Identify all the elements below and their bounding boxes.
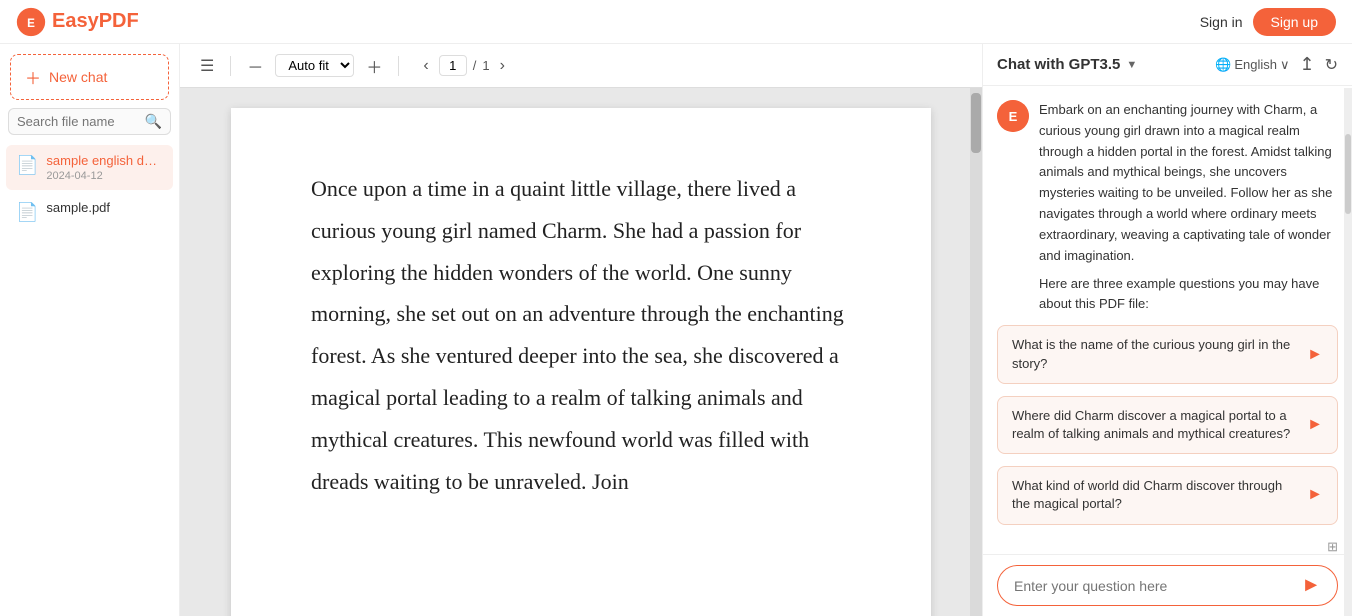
- page-total: 1: [482, 58, 489, 73]
- svg-text:E: E: [1009, 109, 1018, 124]
- auto-fit-select[interactable]: Auto fit 50% 75% 100% 125% 150%: [275, 54, 354, 77]
- chat-header: Chat with GPT3.5 ▼ 🌐 English ∨ ↥ ↻: [983, 44, 1352, 86]
- chat-send-button[interactable]: ►: [1301, 574, 1321, 597]
- toolbar-divider-1: [230, 56, 231, 76]
- svg-text:E: E: [27, 17, 35, 30]
- logo-text: EasyPDF: [52, 10, 139, 33]
- pdf-viewer-area: ☰ － Auto fit 50% 75% 100% 125% 150% ＋ ‹ …: [180, 44, 982, 616]
- sign-in-button[interactable]: Sign in: [1200, 14, 1243, 30]
- file-item-1[interactable]: 📄 sample english doc (… 2024-04-12: [6, 145, 173, 190]
- question-card-3[interactable]: What kind of world did Charm discover th…: [997, 466, 1338, 524]
- chat-messages: E Embark on an enchanting journey with C…: [983, 86, 1352, 554]
- pdf-scrollbar[interactable]: [970, 88, 982, 616]
- pdf-page: Once upon a time in a quaint little vill…: [231, 108, 931, 616]
- page-separator: /: [473, 58, 477, 73]
- pdf-toolbar: ☰ － Auto fit 50% 75% 100% 125% 150% ＋ ‹ …: [180, 44, 982, 88]
- search-icon-button[interactable]: 🔍: [145, 113, 162, 130]
- bot-intro-text: Embark on an enchanting journey with Cha…: [1039, 100, 1338, 266]
- globe-icon: 🌐: [1215, 57, 1231, 73]
- chat-input-box: ►: [997, 565, 1338, 606]
- next-page-button[interactable]: ›: [496, 55, 509, 77]
- send-icon-2: ►: [1307, 416, 1323, 434]
- logo: E EasyPDF: [16, 7, 139, 37]
- chat-sidebar: Chat with GPT3.5 ▼ 🌐 English ∨ ↥ ↻ E: [982, 44, 1352, 616]
- file-name-2: sample.pdf: [46, 200, 163, 215]
- pdf-scrollbar-thumb: [971, 93, 981, 153]
- prev-page-button[interactable]: ‹: [419, 55, 432, 77]
- chat-title-area[interactable]: Chat with GPT3.5 ▼: [997, 56, 1137, 73]
- file-info-2: sample.pdf: [46, 200, 163, 215]
- page-controls: ‹ / 1 ›: [419, 55, 509, 77]
- question-text-3: What kind of world did Charm discover th…: [1012, 477, 1299, 513]
- question-text-1: What is the name of the curious young gi…: [1012, 336, 1299, 372]
- file-icon-2: 📄: [16, 202, 38, 223]
- search-box: 🔍: [8, 108, 171, 135]
- file-list: 📄 sample english doc (… 2024-04-12 📄 sam…: [0, 143, 179, 616]
- refresh-button[interactable]: ↻: [1325, 55, 1338, 75]
- copy-button[interactable]: ⊞: [1327, 539, 1338, 555]
- bot-avatar: E: [997, 100, 1029, 132]
- bot-message: E Embark on an enchanting journey with C…: [997, 100, 1338, 313]
- zoom-out-button[interactable]: －: [243, 52, 267, 80]
- copy-area: ⊞: [997, 537, 1338, 555]
- language-label: English: [1234, 57, 1277, 72]
- navbar-right: Sign in Sign up: [1200, 8, 1336, 36]
- new-chat-label: New chat: [49, 69, 107, 85]
- sign-up-button[interactable]: Sign up: [1253, 8, 1336, 36]
- bot-questions-intro: Here are three example questions you may…: [1039, 274, 1338, 313]
- file-name-1: sample english doc (…: [46, 153, 163, 168]
- file-date-1: 2024-04-12: [46, 170, 163, 182]
- bot-message-content: Embark on an enchanting journey with Cha…: [1039, 100, 1338, 313]
- search-input[interactable]: [17, 114, 145, 129]
- plus-icon: ＋: [25, 65, 41, 89]
- sidebar-toggle-button[interactable]: ☰: [196, 54, 218, 78]
- navbar: E EasyPDF Sign in Sign up: [0, 0, 1352, 44]
- language-button[interactable]: 🌐 English ∨: [1215, 57, 1289, 73]
- question-text-2: Where did Charm discover a magical porta…: [1012, 407, 1299, 443]
- page-number-input[interactable]: [439, 55, 467, 76]
- chat-title: Chat with GPT3.5: [997, 56, 1120, 73]
- new-chat-button[interactable]: ＋ New chat: [10, 54, 169, 100]
- file-item-2[interactable]: 📄 sample.pdf: [6, 192, 173, 231]
- pdf-content[interactable]: Once upon a time in a quaint little vill…: [180, 88, 982, 616]
- question-card-2[interactable]: Where did Charm discover a magical porta…: [997, 396, 1338, 454]
- download-button[interactable]: ↥: [1300, 54, 1315, 75]
- chat-header-right: 🌐 English ∨ ↥ ↻: [1215, 54, 1338, 75]
- file-icon-1: 📄: [16, 155, 38, 176]
- file-info-1: sample english doc (… 2024-04-12: [46, 153, 163, 182]
- main-layout: ＋ New chat 🔍 📄 sample english doc (… 202…: [0, 44, 1352, 616]
- sidebar: ＋ New chat 🔍 📄 sample english doc (… 202…: [0, 44, 180, 616]
- lang-chevron-icon: ∨: [1280, 57, 1290, 73]
- chat-scrollbar-thumb: [1345, 134, 1351, 214]
- send-icon-1: ►: [1307, 346, 1323, 364]
- pdf-text: Once upon a time in a quaint little vill…: [311, 168, 851, 502]
- chat-input-area: ►: [983, 554, 1352, 616]
- zoom-in-button[interactable]: ＋: [362, 52, 386, 80]
- chevron-down-icon: ▼: [1126, 59, 1137, 71]
- chat-input[interactable]: [1014, 578, 1293, 594]
- question-card-1[interactable]: What is the name of the curious young gi…: [997, 325, 1338, 383]
- send-icon-3: ►: [1307, 486, 1323, 504]
- toolbar-divider-2: [398, 56, 399, 76]
